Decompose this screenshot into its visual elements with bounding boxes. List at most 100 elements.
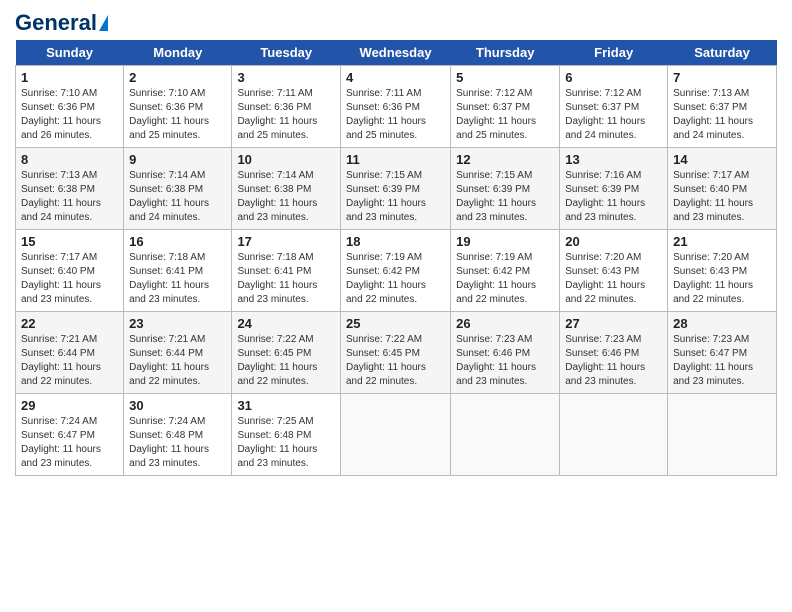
day-info: Sunrise: 7:11 AMSunset: 6:36 PMDaylight:… (237, 88, 317, 141)
calendar-cell: 31 Sunrise: 7:25 AMSunset: 6:48 PMDaylig… (232, 394, 341, 476)
day-number: 24 (237, 316, 335, 331)
day-info: Sunrise: 7:10 AMSunset: 6:36 PMDaylight:… (21, 88, 101, 141)
calendar-cell: 3 Sunrise: 7:11 AMSunset: 6:36 PMDayligh… (232, 66, 341, 148)
page-container: General SundayMondayTuesdayWednesdayThur… (0, 0, 792, 486)
calendar-cell (340, 394, 450, 476)
day-header-tuesday: Tuesday (232, 40, 341, 66)
calendar-cell: 18 Sunrise: 7:19 AMSunset: 6:42 PMDaylig… (340, 230, 450, 312)
day-number: 16 (129, 234, 226, 249)
day-number: 11 (346, 152, 445, 167)
day-number: 7 (673, 70, 771, 85)
calendar-cell: 29 Sunrise: 7:24 AMSunset: 6:47 PMDaylig… (16, 394, 124, 476)
calendar-cell: 13 Sunrise: 7:16 AMSunset: 6:39 PMDaylig… (560, 148, 668, 230)
day-number: 3 (237, 70, 335, 85)
calendar-cell: 15 Sunrise: 7:17 AMSunset: 6:40 PMDaylig… (16, 230, 124, 312)
day-number: 21 (673, 234, 771, 249)
day-info: Sunrise: 7:20 AMSunset: 6:43 PMDaylight:… (673, 252, 753, 305)
calendar-cell: 16 Sunrise: 7:18 AMSunset: 6:41 PMDaylig… (124, 230, 232, 312)
calendar-cell: 8 Sunrise: 7:13 AMSunset: 6:38 PMDayligh… (16, 148, 124, 230)
day-number: 19 (456, 234, 554, 249)
day-number: 8 (21, 152, 118, 167)
day-number: 28 (673, 316, 771, 331)
day-info: Sunrise: 7:10 AMSunset: 6:36 PMDaylight:… (129, 88, 209, 141)
calendar-cell (451, 394, 560, 476)
logo-triangle-icon (99, 15, 108, 31)
day-info: Sunrise: 7:19 AMSunset: 6:42 PMDaylight:… (346, 252, 426, 305)
day-info: Sunrise: 7:20 AMSunset: 6:43 PMDaylight:… (565, 252, 645, 305)
day-info: Sunrise: 7:15 AMSunset: 6:39 PMDaylight:… (346, 170, 426, 223)
calendar-cell: 22 Sunrise: 7:21 AMSunset: 6:44 PMDaylig… (16, 312, 124, 394)
day-info: Sunrise: 7:24 AMSunset: 6:47 PMDaylight:… (21, 416, 101, 469)
day-info: Sunrise: 7:15 AMSunset: 6:39 PMDaylight:… (456, 170, 536, 223)
calendar-cell: 25 Sunrise: 7:22 AMSunset: 6:45 PMDaylig… (340, 312, 450, 394)
calendar-cell: 24 Sunrise: 7:22 AMSunset: 6:45 PMDaylig… (232, 312, 341, 394)
day-header-saturday: Saturday (668, 40, 777, 66)
week-row-5: 29 Sunrise: 7:24 AMSunset: 6:47 PMDaylig… (16, 394, 777, 476)
day-header-sunday: Sunday (16, 40, 124, 66)
calendar-cell (560, 394, 668, 476)
day-number: 23 (129, 316, 226, 331)
week-row-3: 15 Sunrise: 7:17 AMSunset: 6:40 PMDaylig… (16, 230, 777, 312)
day-header-thursday: Thursday (451, 40, 560, 66)
day-number: 14 (673, 152, 771, 167)
day-info: Sunrise: 7:25 AMSunset: 6:48 PMDaylight:… (237, 416, 317, 469)
calendar-cell: 19 Sunrise: 7:19 AMSunset: 6:42 PMDaylig… (451, 230, 560, 312)
day-number: 20 (565, 234, 662, 249)
day-number: 13 (565, 152, 662, 167)
day-number: 17 (237, 234, 335, 249)
day-info: Sunrise: 7:17 AMSunset: 6:40 PMDaylight:… (673, 170, 753, 223)
logo: General (15, 10, 109, 32)
day-info: Sunrise: 7:12 AMSunset: 6:37 PMDaylight:… (565, 88, 645, 141)
day-info: Sunrise: 7:21 AMSunset: 6:44 PMDaylight:… (21, 334, 101, 387)
day-header-friday: Friday (560, 40, 668, 66)
day-number: 5 (456, 70, 554, 85)
day-number: 9 (129, 152, 226, 167)
day-number: 4 (346, 70, 445, 85)
day-info: Sunrise: 7:23 AMSunset: 6:47 PMDaylight:… (673, 334, 753, 387)
day-number: 26 (456, 316, 554, 331)
day-number: 10 (237, 152, 335, 167)
header-row: SundayMondayTuesdayWednesdayThursdayFrid… (16, 40, 777, 66)
calendar-cell: 5 Sunrise: 7:12 AMSunset: 6:37 PMDayligh… (451, 66, 560, 148)
day-info: Sunrise: 7:22 AMSunset: 6:45 PMDaylight:… (237, 334, 317, 387)
day-number: 18 (346, 234, 445, 249)
calendar-cell: 23 Sunrise: 7:21 AMSunset: 6:44 PMDaylig… (124, 312, 232, 394)
day-number: 1 (21, 70, 118, 85)
calendar-cell: 12 Sunrise: 7:15 AMSunset: 6:39 PMDaylig… (451, 148, 560, 230)
calendar-cell: 17 Sunrise: 7:18 AMSunset: 6:41 PMDaylig… (232, 230, 341, 312)
day-info: Sunrise: 7:21 AMSunset: 6:44 PMDaylight:… (129, 334, 209, 387)
calendar-cell: 6 Sunrise: 7:12 AMSunset: 6:37 PMDayligh… (560, 66, 668, 148)
day-info: Sunrise: 7:13 AMSunset: 6:38 PMDaylight:… (21, 170, 101, 223)
day-number: 31 (237, 398, 335, 413)
day-info: Sunrise: 7:14 AMSunset: 6:38 PMDaylight:… (129, 170, 209, 223)
day-number: 22 (21, 316, 118, 331)
day-info: Sunrise: 7:23 AMSunset: 6:46 PMDaylight:… (456, 334, 536, 387)
day-info: Sunrise: 7:16 AMSunset: 6:39 PMDaylight:… (565, 170, 645, 223)
day-number: 30 (129, 398, 226, 413)
calendar-cell: 27 Sunrise: 7:23 AMSunset: 6:46 PMDaylig… (560, 312, 668, 394)
day-info: Sunrise: 7:18 AMSunset: 6:41 PMDaylight:… (129, 252, 209, 305)
day-info: Sunrise: 7:24 AMSunset: 6:48 PMDaylight:… (129, 416, 209, 469)
day-info: Sunrise: 7:19 AMSunset: 6:42 PMDaylight:… (456, 252, 536, 305)
week-row-1: 1 Sunrise: 7:10 AMSunset: 6:36 PMDayligh… (16, 66, 777, 148)
day-number: 15 (21, 234, 118, 249)
day-header-wednesday: Wednesday (340, 40, 450, 66)
calendar-cell: 7 Sunrise: 7:13 AMSunset: 6:37 PMDayligh… (668, 66, 777, 148)
calendar-cell: 14 Sunrise: 7:17 AMSunset: 6:40 PMDaylig… (668, 148, 777, 230)
week-row-4: 22 Sunrise: 7:21 AMSunset: 6:44 PMDaylig… (16, 312, 777, 394)
day-number: 12 (456, 152, 554, 167)
day-info: Sunrise: 7:17 AMSunset: 6:40 PMDaylight:… (21, 252, 101, 305)
calendar-cell: 26 Sunrise: 7:23 AMSunset: 6:46 PMDaylig… (451, 312, 560, 394)
day-info: Sunrise: 7:14 AMSunset: 6:38 PMDaylight:… (237, 170, 317, 223)
day-number: 27 (565, 316, 662, 331)
calendar-cell: 10 Sunrise: 7:14 AMSunset: 6:38 PMDaylig… (232, 148, 341, 230)
day-number: 2 (129, 70, 226, 85)
header: General (15, 10, 777, 32)
calendar-cell: 28 Sunrise: 7:23 AMSunset: 6:47 PMDaylig… (668, 312, 777, 394)
day-info: Sunrise: 7:12 AMSunset: 6:37 PMDaylight:… (456, 88, 536, 141)
calendar-cell: 30 Sunrise: 7:24 AMSunset: 6:48 PMDaylig… (124, 394, 232, 476)
calendar-table: SundayMondayTuesdayWednesdayThursdayFrid… (15, 40, 777, 476)
calendar-cell (668, 394, 777, 476)
calendar-cell: 1 Sunrise: 7:10 AMSunset: 6:36 PMDayligh… (16, 66, 124, 148)
calendar-cell: 9 Sunrise: 7:14 AMSunset: 6:38 PMDayligh… (124, 148, 232, 230)
